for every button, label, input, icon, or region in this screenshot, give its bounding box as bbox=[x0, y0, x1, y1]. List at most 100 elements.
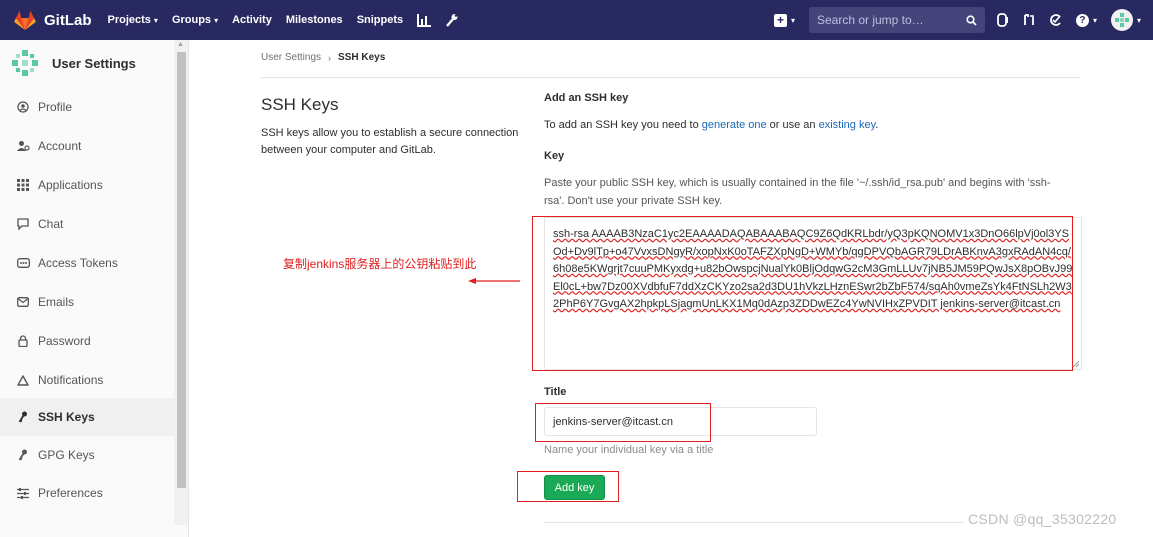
top-navbar: GitLab Projects ▾ Groups ▾ Activity Milest… bbox=[0, 0, 1153, 40]
gitlab-tanuki-icon bbox=[14, 10, 36, 30]
sidebar-item-ssh-keys[interactable]: SSH Keys bbox=[0, 398, 174, 436]
instructions-text: . bbox=[875, 119, 879, 131]
sidebar-item-applications[interactable]: Applications bbox=[0, 166, 174, 204]
generate-one-link[interactable]: generate one bbox=[702, 119, 767, 131]
user-avatar-logo bbox=[12, 50, 38, 76]
nav-groups[interactable]: Groups ▾ bbox=[172, 14, 218, 26]
sidebar-item-preferences[interactable]: Preferences bbox=[0, 474, 174, 512]
sidebar-item-password[interactable]: Password bbox=[0, 322, 174, 360]
instructions-text: or use an bbox=[766, 119, 819, 131]
arrow-icon bbox=[468, 278, 520, 284]
chat-icon bbox=[16, 218, 30, 230]
add-key-instructions: To add an SSH key you need to generate o… bbox=[544, 119, 878, 131]
sidebar-item-label: GPG Keys bbox=[38, 448, 95, 462]
watermark: CSDN @qq_35302220 bbox=[968, 511, 1117, 527]
user-menu[interactable]: ▾ bbox=[1110, 9, 1141, 31]
key-label: Key bbox=[544, 150, 565, 162]
help-dropdown[interactable]: ? ▾ bbox=[1075, 13, 1097, 27]
add-key-heading: Add an SSH key bbox=[544, 92, 629, 104]
sidebar-item-label: Password bbox=[38, 334, 91, 348]
sidebar-item-label: Account bbox=[38, 139, 82, 153]
gitlab-logo[interactable]: GitLab bbox=[14, 10, 108, 30]
breadcrumb-separator: › bbox=[328, 52, 332, 63]
sidebar-item-label: Preferences bbox=[38, 486, 103, 500]
nav-milestones-label: Milestones bbox=[285, 14, 343, 26]
existing-key-link[interactable]: existing key bbox=[819, 119, 876, 131]
sidebar-item-label: Chat bbox=[38, 217, 64, 231]
lock-icon bbox=[16, 335, 30, 347]
sidebar-item-account[interactable]: Account bbox=[0, 127, 174, 165]
sidebar-item-label: Access Tokens bbox=[38, 256, 118, 270]
add-key-form: Add an SSH key To add an SSH key you nee… bbox=[544, 92, 1084, 207]
email-icon bbox=[16, 297, 30, 307]
search-placeholder: Search or jump to… bbox=[816, 13, 924, 27]
plus-square-icon: + bbox=[773, 13, 787, 27]
breadcrumb-user-settings[interactable]: User Settings bbox=[261, 52, 321, 63]
help-icon: ? bbox=[1075, 13, 1089, 27]
sidebar-item-profile[interactable]: Profile bbox=[0, 88, 174, 126]
sliders-icon bbox=[16, 487, 30, 499]
key-help-text: Paste your public SSH key, which is usua… bbox=[544, 177, 1051, 207]
merge-request-icon[interactable] bbox=[1023, 13, 1035, 27]
highlight-box-title bbox=[535, 403, 711, 442]
breadcrumb-ssh-keys[interactable]: SSH Keys bbox=[338, 52, 385, 63]
sidebar-item-chat[interactable]: Chat bbox=[0, 205, 174, 243]
sidebar-item-emails[interactable]: Emails bbox=[0, 283, 174, 321]
intro-section: SSH Keys SSH keys allow you to establish… bbox=[261, 95, 521, 159]
avatar bbox=[1110, 9, 1133, 31]
sidebar-item-access-tokens[interactable]: Access Tokens bbox=[0, 244, 174, 282]
sidebar-title: User Settings bbox=[52, 55, 136, 71]
key-icon bbox=[16, 449, 30, 461]
sidebar-item-label: Notifications bbox=[38, 373, 104, 387]
settings-sidebar: User Settings Profile Account Applicatio… bbox=[0, 40, 189, 537]
nav-activity-label: Activity bbox=[232, 14, 272, 26]
page-description: SSH keys allow you to establish a secure… bbox=[261, 127, 519, 156]
nav-milestones[interactable]: Milestones bbox=[286, 14, 343, 26]
chevron-down-icon: ▾ bbox=[214, 15, 219, 25]
scroll-up-arrow[interactable]: ▲ bbox=[177, 41, 184, 48]
highlight-box-button bbox=[517, 471, 619, 502]
chevron-down-icon: ▾ bbox=[1092, 15, 1097, 25]
annotation-text: 复制jenkins服务器上的公钥粘贴到此 bbox=[283, 257, 477, 271]
account-icon bbox=[16, 140, 30, 152]
chart-icon[interactable] bbox=[417, 13, 432, 27]
highlight-box-key bbox=[532, 216, 1073, 371]
sidebar-item-label: Applications bbox=[38, 178, 103, 192]
applications-icon bbox=[16, 179, 30, 191]
nav-projects[interactable]: Projects ▾ bbox=[108, 14, 158, 26]
key-icon bbox=[16, 411, 30, 423]
breadcrumb: User Settings › SSH Keys bbox=[261, 52, 385, 63]
search-icon bbox=[966, 14, 977, 26]
profile-icon bbox=[16, 101, 30, 113]
nav-activity[interactable]: Activity bbox=[232, 14, 272, 26]
page-title: SSH Keys bbox=[261, 95, 339, 114]
title-help-text: Name your individual key via a title bbox=[544, 444, 714, 456]
divider bbox=[544, 522, 964, 523]
bell-icon bbox=[16, 374, 30, 386]
nav-snippets[interactable]: Snippets bbox=[357, 14, 403, 26]
nav-groups-label: Groups bbox=[171, 14, 212, 26]
chevron-down-icon: ▾ bbox=[153, 15, 158, 25]
sidebar-item-gpg-keys[interactable]: GPG Keys bbox=[0, 436, 174, 474]
sidebar-header[interactable]: User Settings bbox=[0, 40, 188, 86]
sidebar-item-label: SSH Keys bbox=[38, 410, 95, 424]
issues-icon[interactable] bbox=[997, 13, 1009, 27]
instructions-text: To add an SSH key you need to bbox=[544, 119, 702, 131]
chevron-down-icon: ▾ bbox=[1136, 15, 1141, 25]
sidebar-item-label: Emails bbox=[38, 295, 75, 309]
chevron-down-icon: ▾ bbox=[790, 15, 795, 25]
sidebar-item-notifications[interactable]: Notifications bbox=[0, 361, 174, 399]
sidebar-item-label: Profile bbox=[38, 100, 73, 114]
nav-snippets-label: Snippets bbox=[356, 14, 404, 26]
search-input[interactable]: Search or jump to… bbox=[808, 7, 985, 33]
todo-icon[interactable] bbox=[1049, 14, 1062, 26]
new-dropdown-button[interactable]: + ▾ bbox=[773, 13, 795, 27]
nav-projects-label: Projects bbox=[107, 14, 151, 26]
divider bbox=[261, 77, 1081, 78]
brand-name: GitLab bbox=[44, 11, 92, 29]
wrench-icon[interactable] bbox=[445, 13, 458, 27]
token-icon bbox=[16, 258, 30, 268]
title-label: Title bbox=[544, 386, 567, 398]
scrollbar-thumb[interactable] bbox=[177, 52, 186, 488]
resize-grip-icon[interactable] bbox=[1072, 360, 1080, 368]
